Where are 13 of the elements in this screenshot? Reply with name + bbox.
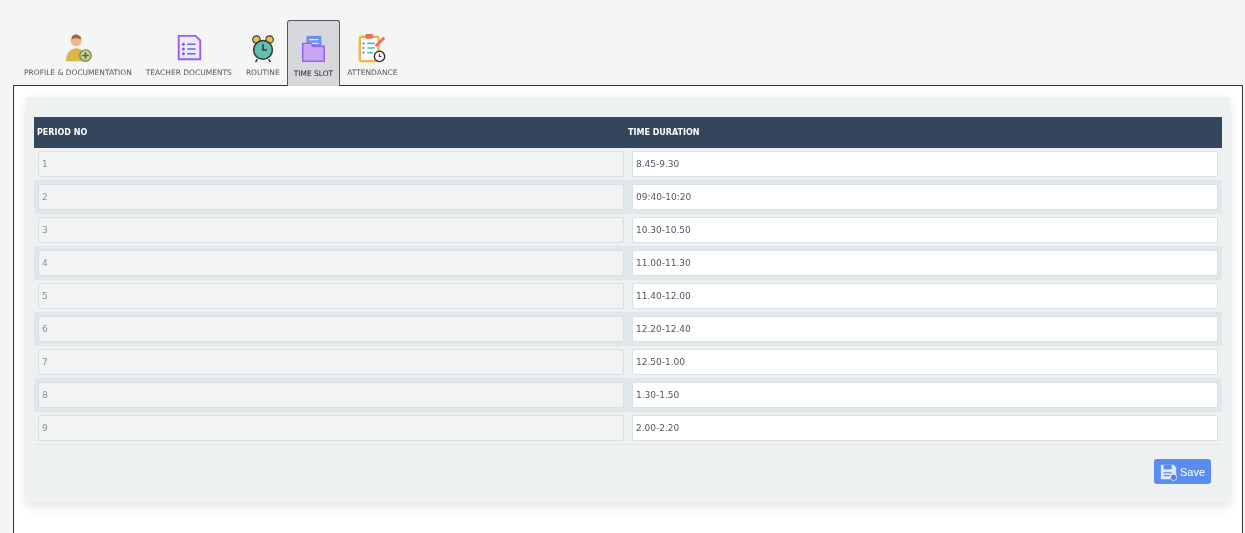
column-header: TIME DURATION — [628, 128, 701, 137]
duration-field[interactable]: 09:40-10:20 — [632, 184, 1218, 210]
save-icon — [1159, 462, 1178, 481]
duration-field[interactable]: 11.00-11.30 — [632, 250, 1218, 276]
column-header: PERIOD NO — [37, 128, 89, 137]
clipboard-icon — [357, 33, 388, 63]
duration-field[interactable]: 2.00-2.20 — [632, 415, 1218, 441]
duration-field[interactable]: 11.40-12.00 — [632, 283, 1218, 309]
duration-field[interactable]: 12.50-1.00 — [632, 349, 1218, 375]
duration-field[interactable]: 12.20-12.40 — [632, 316, 1218, 342]
duration-field[interactable]: 10.30-10.50 — [632, 217, 1218, 243]
duration-field[interactable]: 1.30-1.50 — [632, 382, 1218, 408]
duration-field[interactable]: 8.45-9.30 — [632, 151, 1218, 177]
